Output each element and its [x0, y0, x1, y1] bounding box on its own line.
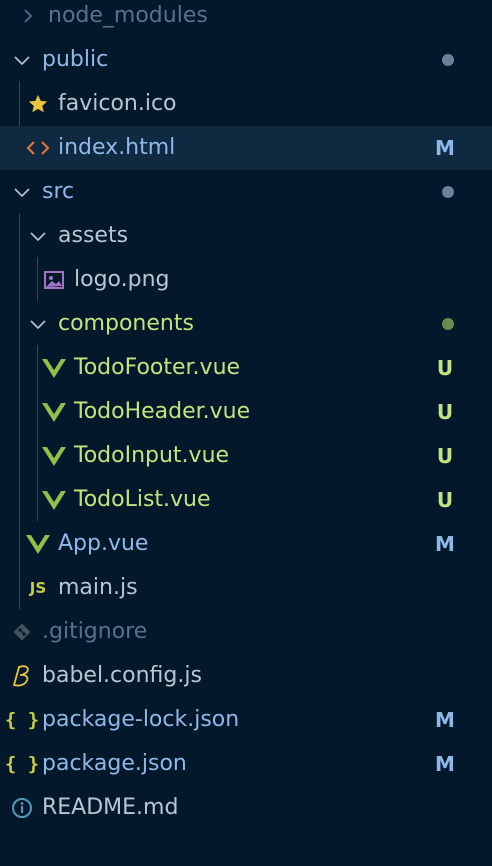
- vue-icon: [40, 390, 68, 434]
- file-explorer-tree: node_modules public favicon.ico index.ht…: [0, 0, 492, 866]
- star-icon: [24, 82, 52, 126]
- row-label: main.js: [58, 575, 138, 600]
- folder-node-modules[interactable]: node_modules: [0, 0, 492, 38]
- git-icon: [8, 610, 36, 654]
- vue-icon: [40, 478, 68, 522]
- chevron-down-icon: [24, 302, 52, 346]
- git-status-badge: M: [435, 136, 455, 160]
- folder-assets[interactable]: assets: [0, 214, 492, 258]
- file-favicon[interactable]: favicon.ico: [0, 82, 492, 126]
- file-package-json[interactable]: { } package.json M: [0, 742, 492, 786]
- vue-icon: [40, 434, 68, 478]
- js-icon: JS: [29, 579, 47, 597]
- file-index-html[interactable]: index.html M: [0, 126, 492, 170]
- json-icon: { }: [4, 753, 40, 775]
- chevron-right-icon: [14, 0, 42, 38]
- row-label: package-lock.json: [42, 707, 240, 732]
- chevron-down-icon: [8, 38, 36, 82]
- git-status-badge: U: [436, 356, 454, 380]
- row-label: public: [42, 47, 109, 72]
- file-app-vue[interactable]: App.vue M: [0, 522, 492, 566]
- file-main-js[interactable]: JS main.js: [0, 566, 492, 610]
- untracked-dot: [442, 318, 454, 330]
- folder-src[interactable]: src: [0, 170, 492, 214]
- html-code-icon: [24, 126, 52, 170]
- folder-components[interactable]: components: [0, 302, 492, 346]
- row-label: .gitignore: [42, 619, 148, 644]
- git-status-badge: M: [435, 752, 455, 776]
- git-status-badge: M: [435, 708, 455, 732]
- git-status-badge: U: [436, 444, 454, 468]
- row-label: TodoList.vue: [74, 487, 211, 512]
- file-logo-png[interactable]: logo.png: [0, 258, 492, 302]
- babel-icon: [8, 654, 36, 698]
- file-babel-config[interactable]: babel.config.js: [0, 654, 492, 698]
- folder-public[interactable]: public: [0, 38, 492, 82]
- chevron-down-icon: [24, 214, 52, 258]
- file-todo-list[interactable]: TodoList.vue U: [0, 478, 492, 522]
- vue-icon: [24, 522, 52, 566]
- row-label: logo.png: [74, 267, 170, 292]
- image-icon: [40, 258, 68, 302]
- git-status-badge: U: [436, 400, 454, 424]
- file-gitignore[interactable]: .gitignore: [0, 610, 492, 654]
- chevron-down-icon: [8, 170, 36, 214]
- row-label: TodoInput.vue: [74, 443, 230, 468]
- info-icon: [8, 786, 36, 830]
- file-todo-input[interactable]: TodoInput.vue U: [0, 434, 492, 478]
- file-readme[interactable]: README.md: [0, 786, 492, 830]
- row-label: TodoFooter.vue: [74, 355, 241, 380]
- row-label: package.json: [42, 751, 187, 776]
- row-label: App.vue: [58, 531, 149, 556]
- row-label: babel.config.js: [42, 663, 202, 688]
- json-icon: { }: [4, 709, 40, 731]
- row-label: assets: [58, 223, 129, 248]
- vue-icon: [40, 346, 68, 390]
- row-label: src: [42, 179, 75, 204]
- file-todo-header[interactable]: TodoHeader.vue U: [0, 390, 492, 434]
- file-todo-footer[interactable]: TodoFooter.vue U: [0, 346, 492, 390]
- row-label: node_modules: [48, 3, 208, 28]
- row-label: index.html: [58, 135, 176, 160]
- row-label: favicon.ico: [58, 91, 177, 116]
- git-status-badge: U: [436, 488, 454, 512]
- modified-dot: [442, 186, 454, 198]
- row-label: TodoHeader.vue: [74, 399, 251, 424]
- row-label: README.md: [42, 795, 179, 820]
- file-package-lock[interactable]: { } package-lock.json M: [0, 698, 492, 742]
- row-label: components: [58, 311, 194, 336]
- git-status-badge: M: [435, 532, 455, 556]
- modified-dot: [442, 54, 454, 66]
